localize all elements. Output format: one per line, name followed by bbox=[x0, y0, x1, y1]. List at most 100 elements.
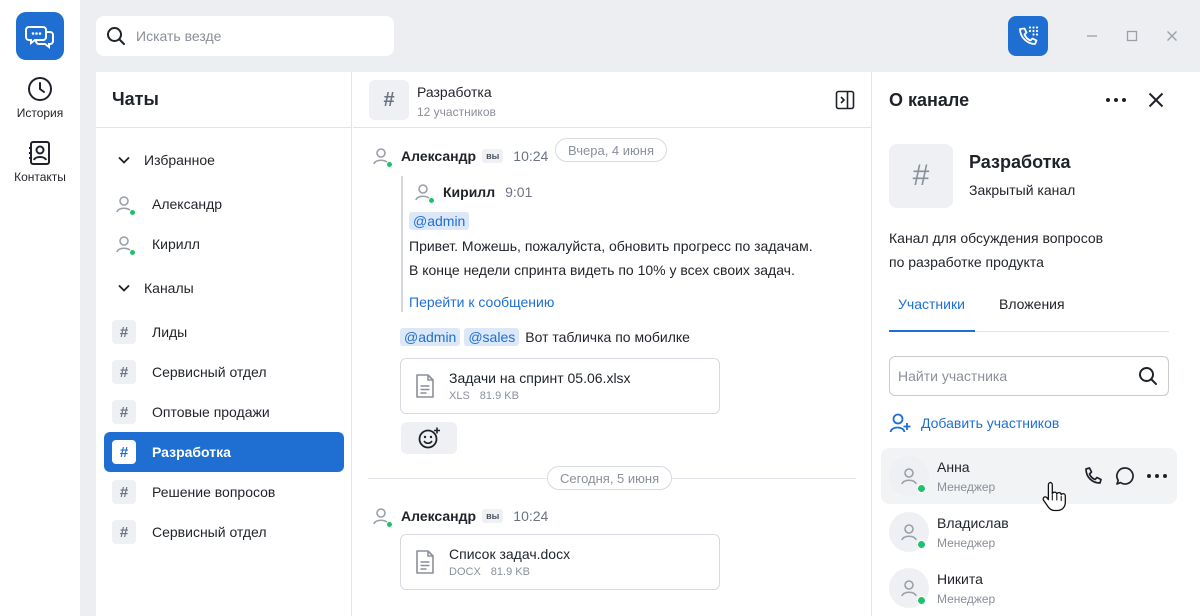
rail-item-label: История bbox=[16, 106, 64, 120]
channel-item-service[interactable]: # Сервисный отдел bbox=[104, 352, 344, 392]
hash-icon: # bbox=[112, 320, 136, 344]
app-logo[interactable] bbox=[16, 12, 64, 60]
date-separator-today: Сегодня, 5 июня bbox=[547, 466, 673, 490]
channel-item-service-2[interactable]: # Сервисный отдел bbox=[104, 512, 344, 552]
channel-description: Канал для обсуждения вопросов по разрабо… bbox=[889, 226, 1179, 274]
favorites-group-toggle[interactable]: Избранное bbox=[112, 148, 215, 172]
message-header: Александр вы 10:24 bbox=[369, 144, 548, 168]
add-members-button[interactable]: Добавить участников bbox=[889, 412, 1059, 434]
chats-title: Чаты bbox=[112, 89, 159, 109]
minimize-button[interactable] bbox=[1084, 28, 1100, 44]
channel-item-leads[interactable]: # Лиды bbox=[104, 312, 344, 352]
avatar bbox=[369, 504, 393, 528]
file-meta: XLS 81.9 KB bbox=[449, 390, 631, 402]
document-icon bbox=[416, 374, 434, 398]
hash-icon: # bbox=[112, 520, 136, 544]
channel-info-title: О канале bbox=[889, 89, 970, 110]
message-author[interactable]: Александр bbox=[401, 148, 476, 164]
tab-members[interactable]: Участники bbox=[898, 296, 965, 312]
member-role: Менеджер bbox=[937, 479, 996, 494]
chat-item-label: Александр bbox=[152, 196, 223, 212]
minimize-icon bbox=[1087, 35, 1097, 37]
file-attachment[interactable]: Задачи на спринт 05.06.xlsx XLS 81.9 KB bbox=[400, 358, 720, 414]
more-options-button[interactable] bbox=[1104, 88, 1128, 112]
add-members-label: Добавить участников bbox=[921, 415, 1060, 431]
global-search bbox=[96, 16, 394, 56]
rail-item-contacts[interactable]: Контакты bbox=[0, 140, 80, 184]
dialpad-call-button[interactable] bbox=[1008, 16, 1048, 56]
channel-item-issues[interactable]: # Решение вопросов bbox=[104, 472, 344, 512]
conversation-column: # Разработка 12 участников Александр вы … bbox=[353, 72, 872, 616]
user-icon bbox=[901, 524, 917, 541]
channels-group-toggle[interactable]: Каналы bbox=[112, 276, 194, 300]
member-search-input[interactable] bbox=[898, 368, 1138, 384]
rail-item-history[interactable]: История bbox=[0, 76, 80, 120]
avatar bbox=[889, 456, 929, 496]
file-attachment[interactable]: Список задач.docx DOCX 81.9 KB bbox=[400, 534, 720, 590]
message-author[interactable]: Александр bbox=[401, 508, 476, 524]
avatar bbox=[369, 144, 393, 168]
member-name: Анна bbox=[937, 458, 970, 475]
chat-item-aleksandr[interactable]: Александр bbox=[104, 184, 344, 224]
online-indicator bbox=[917, 596, 926, 605]
go-to-message-link[interactable]: Перейти к сообщению bbox=[409, 294, 554, 310]
emoji-add-icon bbox=[418, 427, 440, 449]
chevron-down-icon bbox=[118, 284, 130, 292]
clock-icon bbox=[28, 77, 52, 101]
member-search bbox=[889, 356, 1169, 396]
member-row[interactable]: Никита Менеджер bbox=[881, 560, 1177, 616]
tab-attachments[interactable]: Вложения bbox=[999, 296, 1065, 312]
call-member-button[interactable] bbox=[1081, 464, 1105, 488]
user-icon bbox=[901, 580, 917, 597]
member-more-button[interactable] bbox=[1145, 464, 1169, 488]
file-size: 81.9 KB bbox=[490, 566, 530, 578]
toggle-info-panel-button[interactable] bbox=[835, 90, 855, 110]
message-member-button[interactable] bbox=[1113, 464, 1137, 488]
hash-icon: # bbox=[112, 480, 136, 504]
favorites-label: Избранное bbox=[144, 152, 215, 168]
channel-item-development[interactable]: # Разработка bbox=[104, 432, 344, 472]
message-time: 10:24 bbox=[513, 148, 549, 164]
date-separator-yesterday: Вчера, 4 июня bbox=[555, 138, 667, 162]
hash-icon: # bbox=[112, 400, 136, 424]
mention-tag[interactable]: @admin bbox=[400, 328, 461, 346]
online-indicator bbox=[386, 521, 393, 528]
channel-name: Разработка bbox=[969, 152, 1071, 172]
close-info-button[interactable] bbox=[1144, 88, 1168, 112]
close-icon bbox=[1167, 31, 1177, 41]
chevron-down-icon bbox=[118, 156, 130, 164]
channel-item-wholesale[interactable]: # Оптовые продажи bbox=[104, 392, 344, 432]
conversation-subtitle: 12 участников bbox=[417, 105, 496, 119]
channels-label: Каналы bbox=[144, 280, 194, 296]
channel-item-label: Сервисный отдел bbox=[152, 524, 267, 540]
search-icon bbox=[1139, 367, 1157, 385]
phone-dialpad-icon bbox=[1019, 26, 1039, 45]
chat-item-kirill[interactable]: Кирилл bbox=[104, 224, 344, 264]
avatar bbox=[889, 512, 929, 552]
close-window-button[interactable] bbox=[1164, 28, 1180, 44]
member-row[interactable]: Владислав Менеджер bbox=[881, 504, 1177, 560]
quote-time: 9:01 bbox=[505, 184, 533, 200]
maximize-button[interactable] bbox=[1124, 28, 1140, 44]
mention-tag[interactable]: @sales bbox=[464, 328, 520, 346]
document-icon bbox=[416, 550, 434, 574]
global-search-input[interactable] bbox=[136, 28, 376, 44]
mention-tag[interactable]: @admin bbox=[409, 212, 470, 230]
member-name: Никита bbox=[937, 570, 983, 587]
message-text: @admin @sales Вот табличка по мобилке bbox=[400, 328, 690, 346]
online-indicator bbox=[917, 484, 926, 493]
add-reaction-button[interactable] bbox=[401, 422, 457, 454]
more-horizontal-icon bbox=[1106, 98, 1126, 102]
online-indicator bbox=[428, 197, 435, 204]
channel-item-label: Разработка bbox=[152, 444, 231, 460]
member-row[interactable]: Анна Менеджер bbox=[881, 448, 1177, 504]
channel-avatar-hash-icon: # bbox=[889, 144, 953, 208]
panel-collapse-icon bbox=[835, 90, 855, 110]
quoted-message: Кирилл 9:01 @admin Привет. Можешь, пожал… bbox=[401, 176, 841, 312]
contacts-icon bbox=[29, 141, 50, 165]
message-body: Вот табличка по мобилке bbox=[525, 329, 690, 345]
channel-hash-icon: # bbox=[369, 80, 409, 120]
phone-icon bbox=[1085, 467, 1102, 484]
quote-text-line: Привет. Можешь, пожалуйста, обновить про… bbox=[409, 238, 813, 254]
avatar bbox=[112, 192, 136, 216]
